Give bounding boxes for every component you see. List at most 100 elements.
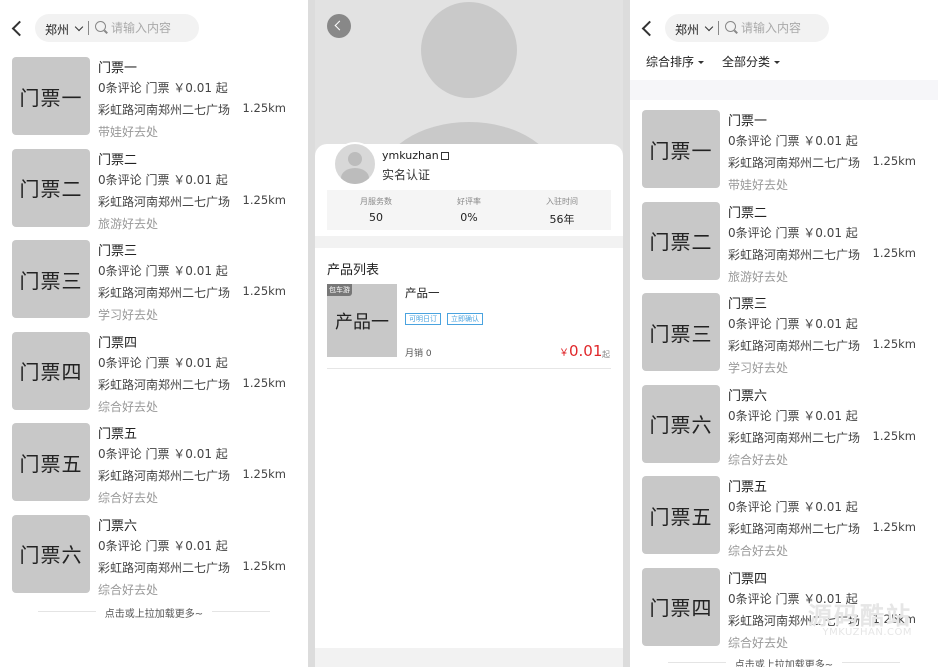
item-meta: 0条评论 门票 ￥0.01 起: [98, 447, 228, 462]
item-name: 门票五: [728, 480, 768, 496]
item-tag: 带娃好去处: [98, 125, 159, 139]
list-item[interactable]: 门票六 门票六 0条评论 门票 ￥0.01 起 彩虹路河南郑州二七广场 1.25…: [630, 384, 938, 477]
item-thumbnail[interactable]: 门票五: [642, 476, 720, 555]
item-tag: 学习好去处: [728, 361, 789, 376]
filter-category[interactable]: 全部分类: [722, 53, 781, 70]
item-tag: 学习好去处: [98, 308, 159, 323]
list-item[interactable]: 门票二 门票二 0条评论 门票 ￥0.01 起 彩虹路河南郑州二七广场 1.25…: [630, 201, 938, 294]
chevron-down-icon[interactable]: [704, 22, 714, 32]
item-thumbnail[interactable]: 门票三: [642, 293, 720, 372]
chevron-down-icon[interactable]: [74, 22, 84, 32]
filter-sort[interactable]: 综合排序: [646, 53, 705, 70]
list-item[interactable]: 门票六 门票六 0条评论 门票 ￥0.01 起 彩虹路河南郑州二七广场 1.25…: [0, 514, 308, 607]
stats-bar: 月服务数 50 好评率 0% 入驻时间 56年: [327, 190, 611, 230]
top-bar: 郑州: [630, 14, 938, 42]
list-item[interactable]: 门票二 门票二 0条评论 门票 ￥0.01 起 彩虹路河南郑州二七广场 1.25…: [0, 148, 308, 241]
item-thumbnail[interactable]: 门票一: [642, 110, 720, 188]
list-item[interactable]: 门票三 门票三 0条评论 门票 ￥0.01 起 彩虹路河南郑州二七广场 1.25…: [0, 240, 308, 332]
list-item[interactable]: 门票一 门票一 0条评论 门票 ￥0.01 起 彩虹路河南郑州二七广场 1.25…: [0, 57, 308, 149]
divider: [327, 368, 611, 369]
item-address: 彩虹路河南郑州二七广场: [728, 339, 861, 354]
list-item[interactable]: 门票五 门票五 0条评论 门票 ￥0.01 起 彩虹路河南郑州二七广场 1.25…: [630, 476, 938, 568]
item-address: 彩虹路河南郑州二七广场: [98, 469, 231, 484]
item-tag: 旅游好去处: [98, 216, 159, 231]
product-chip: 可明日订: [405, 313, 441, 325]
username: ymkuzhan: [382, 149, 439, 162]
edit-icon[interactable]: [441, 152, 449, 160]
item-meta: 0条评论 门票 ￥0.01 起: [728, 317, 858, 332]
item-meta: 0条评论 门票 ￥0.01 起: [98, 264, 228, 279]
item-tag: 综合好去处: [98, 491, 159, 506]
top-bar: 郑州: [0, 14, 308, 42]
item-meta: 0条评论 门票 ￥0.01 起: [98, 355, 228, 370]
item-tag: 综合好去处: [728, 635, 789, 650]
item-tag: 综合好去处: [728, 544, 789, 559]
divider-band: [630, 80, 938, 100]
item-meta: 0条评论 门票 ￥0.01 起: [728, 500, 858, 515]
item-name: 门票六: [98, 518, 138, 534]
item-distance: 1.25km: [872, 520, 916, 535]
watermark: 源码酷站 YMKUZHAN.COM: [808, 602, 912, 638]
back-arrow-icon[interactable]: [640, 18, 654, 38]
list-item[interactable]: 门票五 门票五 0条评论 门票 ￥0.01 起 彩虹路河南郑州二七广场 1.25…: [0, 423, 308, 515]
item-distance: 1.25km: [242, 558, 286, 573]
product-chip: 立即确认: [447, 313, 483, 325]
item-distance: 1.25km: [242, 192, 286, 207]
ticket-list: 门票一 门票一 0条评论 门票 ￥0.01 起 彩虹路河南郑州二七广场 1.25…: [630, 110, 938, 660]
item-thumbnail[interactable]: 门票五: [12, 423, 90, 502]
item-thumbnail[interactable]: 门票四: [12, 331, 90, 410]
product-name[interactable]: 产品一: [405, 285, 440, 301]
item-thumbnail[interactable]: 门票六: [642, 384, 720, 463]
cover-image: [315, 0, 623, 160]
search-bar: 郑州: [665, 14, 829, 42]
caret-down-icon: [774, 61, 781, 64]
item-thumbnail[interactable]: 门票三: [12, 240, 90, 319]
product-sales: 月销 0: [405, 349, 432, 359]
search-input[interactable]: [741, 20, 825, 36]
item-address: 彩虹路河南郑州二七广场: [98, 377, 231, 392]
item-thumbnail[interactable]: 门票二: [12, 148, 90, 227]
back-arrow-icon[interactable]: [10, 18, 24, 38]
stat-join-time: 入驻时间 56年: [546, 197, 578, 226]
item-name: 门票六: [728, 388, 768, 404]
item-distance: 1.25km: [242, 375, 286, 390]
item-address: 彩虹路河南郑州二七广场: [98, 194, 231, 209]
stat-monthly-service: 月服务数 50: [360, 197, 392, 224]
search-bar: 郑州: [35, 14, 199, 42]
list-item[interactable]: 门票一 门票一 0条评论 门票 ￥0.01 起 彩虹路河南郑州二七广场 1.25…: [630, 110, 938, 202]
back-circle-icon[interactable]: [327, 14, 351, 38]
divider: [88, 21, 89, 35]
list-item[interactable]: 门票四 门票四 0条评论 门票 ￥0.01 起 彩虹路河南郑州二七广场 1.25…: [0, 331, 308, 424]
item-name: 门票二: [98, 152, 138, 168]
item-thumbnail[interactable]: 门票六: [12, 514, 90, 593]
search-icon: [725, 21, 736, 32]
item-distance: 1.25km: [872, 428, 916, 443]
item-thumbnail[interactable]: 门票二: [642, 201, 720, 280]
merchant-profile-panel: ymkuzhan 实名认证 月服务数 50 好评率 0% 入驻时间 56年 产品…: [315, 0, 623, 667]
filter-bar: 综合排序 全部分类: [630, 50, 938, 80]
item-address: 彩虹路河南郑州二七广场: [98, 560, 231, 575]
ticket-list: 门票一 门票一 0条评论 门票 ￥0.01 起 彩虹路河南郑州二七广场 1.25…: [0, 57, 308, 607]
item-address: 彩虹路河南郑州二七广场: [728, 247, 861, 262]
item-name: 门票一: [728, 114, 768, 129]
search-input[interactable]: [111, 20, 195, 36]
item-name: 门票一: [98, 61, 138, 76]
item-thumbnail[interactable]: 门票一: [12, 57, 90, 135]
item-tag: 旅游好去处: [728, 269, 789, 284]
search-icon: [95, 21, 106, 32]
avatar: [333, 142, 377, 186]
divider: [718, 21, 719, 35]
load-more-button[interactable]: 点击或上拉加载更多~: [38, 605, 270, 620]
item-address: 彩虹路河南郑州二七广场: [98, 286, 231, 301]
caret-down-icon: [698, 61, 705, 64]
product-badge: 包车游: [327, 284, 352, 296]
item-thumbnail[interactable]: 门票四: [642, 567, 720, 646]
city-selector[interactable]: 郑州: [675, 21, 699, 38]
city-selector[interactable]: 郑州: [45, 21, 69, 38]
list-item[interactable]: 门票三 门票三 0条评论 门票 ￥0.01 起 彩虹路河南郑州二七广场 1.25…: [630, 293, 938, 385]
item-address: 彩虹路河南郑州二七广场: [98, 103, 231, 117]
product-section: 产品列表 产品一 包车游 产品一 可明日订 立即确认 月销 0 ￥0.01 起: [315, 248, 623, 648]
item-address: 彩虹路河南郑州二七广场: [728, 156, 861, 170]
item-meta: 0条评论 门票 ￥0.01 起: [728, 134, 858, 148]
load-more-button[interactable]: 点击或上拉加载更多~: [668, 656, 900, 667]
